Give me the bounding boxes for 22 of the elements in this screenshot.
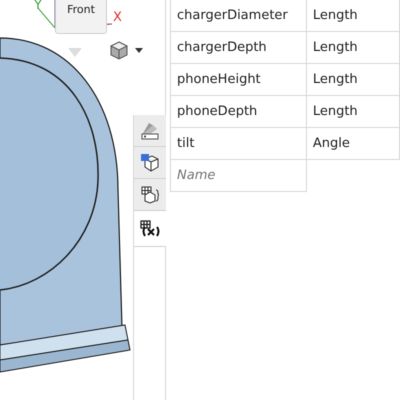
x-axis-label: X bbox=[113, 10, 122, 25]
variable-type-cell: Angle bbox=[306, 128, 400, 160]
variable-type-cell: Length bbox=[306, 64, 400, 96]
variable-type-cell: Length bbox=[306, 0, 400, 32]
cube-icon[interactable] bbox=[110, 41, 128, 60]
variable-type-cell: Length bbox=[306, 96, 400, 128]
caret-icon[interactable] bbox=[135, 48, 143, 53]
panel-tab[interactable] bbox=[134, 115, 166, 147]
variable-name-cell: phoneHeight bbox=[170, 64, 306, 96]
variable-name-cell: tilt bbox=[170, 128, 306, 160]
cube-grid-icon bbox=[139, 152, 161, 174]
cube-braces-icon bbox=[139, 184, 161, 206]
name-input-field[interactable]: Name bbox=[170, 160, 306, 192]
view-cube[interactable]: Front bbox=[55, 0, 107, 34]
variable-name-cell: phoneDepth bbox=[170, 96, 306, 128]
panel-tab[interactable] bbox=[134, 179, 166, 211]
variable-icon bbox=[139, 218, 161, 240]
variable-type-cell: Length bbox=[306, 32, 400, 64]
panel-tab[interactable] bbox=[134, 147, 166, 179]
variable-name-cell: chargerDepth bbox=[170, 32, 306, 64]
panel-tab[interactable] bbox=[134, 211, 166, 247]
variable-name-cell: chargerDiameter bbox=[170, 0, 306, 32]
